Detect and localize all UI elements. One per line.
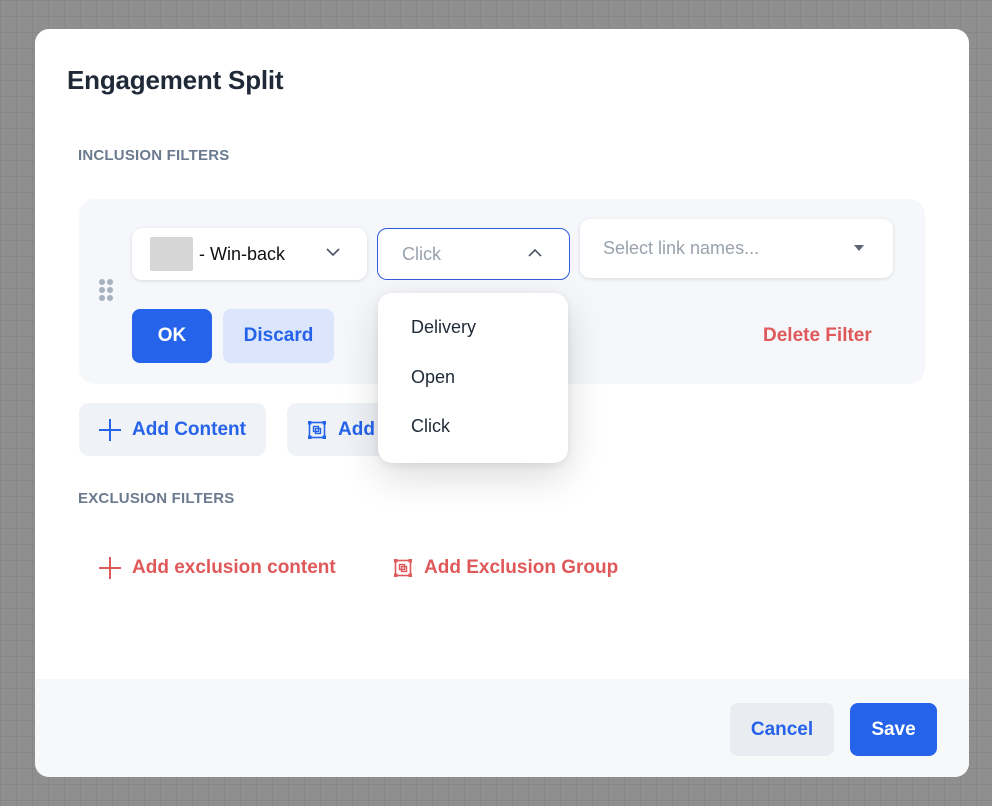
group-icon: [308, 420, 326, 439]
add-content-button[interactable]: Add Content: [79, 403, 266, 456]
add-exclusion-group-button[interactable]: Add Exclusion Group: [393, 557, 618, 579]
modal-footer: Cancel Save: [35, 679, 969, 777]
action-select-value: Click: [402, 243, 441, 264]
add-group-label: Add: [338, 418, 375, 440]
dropdown-option-click[interactable]: Click: [378, 402, 568, 452]
link-names-select[interactable]: Select link names...: [580, 219, 893, 278]
dropdown-option-delivery[interactable]: Delivery: [378, 303, 568, 353]
content-select-value: - Win-back: [199, 243, 286, 264]
link-names-placeholder: Select link names...: [603, 238, 760, 258]
add-exclusion-content-button[interactable]: Add exclusion content: [99, 557, 336, 579]
action-dropdown-menu: Delivery Open Click: [378, 293, 568, 463]
add-exclusion-content-label: Add exclusion content: [132, 557, 336, 578]
chevron-down-icon: [326, 248, 340, 257]
plus-icon: [99, 418, 121, 441]
action-select[interactable]: Click: [377, 228, 570, 280]
add-content-label: Add Content: [132, 418, 246, 440]
content-thumbnail: [150, 237, 193, 271]
caret-down-icon: [854, 245, 864, 251]
drag-handle-icon[interactable]: [99, 279, 113, 301]
inclusion-filters-label: INCLUSION FILTERS: [78, 147, 230, 164]
modal-title: Engagement Split: [67, 65, 284, 95]
exclusion-filters-label: EXCLUSION FILTERS: [78, 490, 235, 507]
ok-button[interactable]: OK: [132, 309, 212, 363]
content-select[interactable]: - Win-back: [132, 228, 367, 280]
add-exclusion-group-label: Add Exclusion Group: [424, 557, 619, 578]
group-icon: [394, 559, 412, 577]
dropdown-option-open[interactable]: Open: [378, 353, 568, 403]
chevron-up-icon: [528, 248, 542, 257]
discard-button[interactable]: Discard: [223, 309, 334, 363]
delete-filter-button[interactable]: Delete Filter: [763, 325, 872, 347]
save-button[interactable]: Save: [850, 703, 937, 756]
plus-icon: [99, 557, 121, 579]
cancel-button[interactable]: Cancel: [730, 703, 834, 756]
